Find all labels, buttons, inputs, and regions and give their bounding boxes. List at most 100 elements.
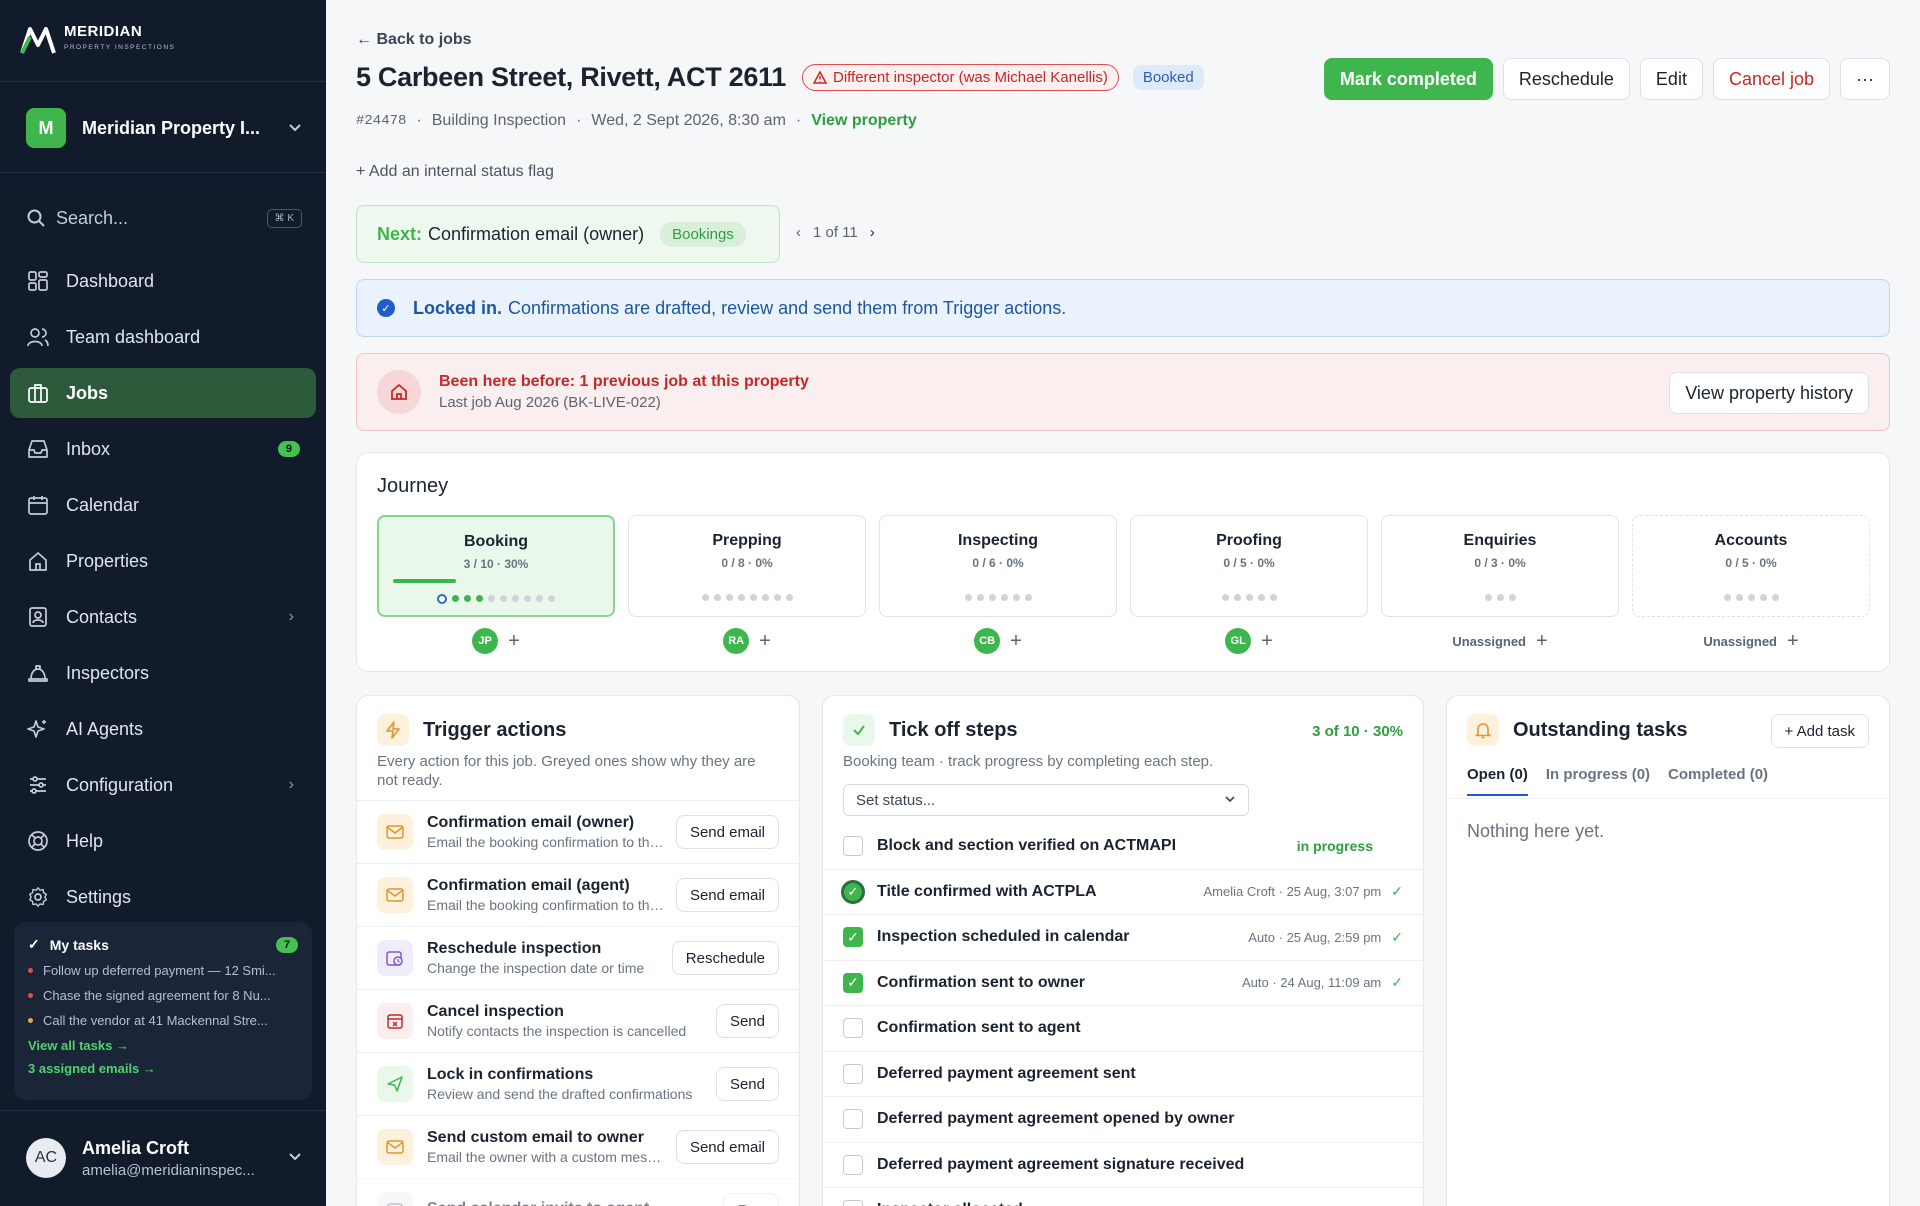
stage-card[interactable]: Proofing 0 / 5 · 0% xyxy=(1130,515,1368,617)
tab-open[interactable]: Open (0) xyxy=(1467,766,1528,796)
add-owner-icon[interactable]: + xyxy=(1787,630,1799,653)
user-menu[interactable]: AC Amelia Croft amelia@meridianinspec... xyxy=(26,1136,302,1180)
checklist-step[interactable]: Deferred payment agreement sent xyxy=(823,1052,1423,1097)
checkbox[interactable] xyxy=(843,1018,863,1039)
sidebar-search[interactable]: Search... ⌘ K xyxy=(26,204,302,232)
view-all-tasks-link[interactable]: View all tasks → xyxy=(28,1038,298,1053)
my-task-text: Call the vendor at 41 Mackennal Stre... xyxy=(43,1013,268,1028)
add-owner-icon[interactable]: + xyxy=(1010,630,1022,653)
chevron-right-icon[interactable]: › xyxy=(870,224,875,241)
checkbox-checked[interactable]: ✓ xyxy=(843,927,863,948)
add-status-flag-link[interactable]: + Add an internal status flag xyxy=(356,163,554,181)
checklist-step[interactable]: ✓ Confirmation sent to owner Auto · 24 Aug… xyxy=(823,961,1423,1006)
checklist-step[interactable]: Inspector allocated xyxy=(823,1188,1423,1206)
my-task-item[interactable]: Chase the signed agreement for 8 Nu... xyxy=(28,988,298,1003)
sidebar-item-dashboard[interactable]: Dashboard xyxy=(10,256,316,306)
brand-logo[interactable]: MERIDIAN PROPERTY INSPECTIONS xyxy=(20,24,175,56)
stage-card[interactable]: Booking 3 / 10 · 30% xyxy=(377,515,615,617)
trigger-action-button[interactable]: Send xyxy=(715,1067,779,1101)
avatar[interactable]: CB xyxy=(974,628,1001,654)
trigger-action-button[interactable]: Send email xyxy=(675,1130,779,1164)
edit-button[interactable]: Edit xyxy=(1639,58,1703,100)
sidebar-item-contacts[interactable]: Contacts › xyxy=(10,592,316,642)
trigger-action-title: Confirmation email (owner) xyxy=(427,814,635,831)
checkbox-checked-focused[interactable]: ✓ xyxy=(841,879,865,904)
sidebar-item-settings[interactable]: Settings xyxy=(10,872,316,922)
sidebar-item-jobs[interactable]: Jobs xyxy=(10,368,316,418)
trigger-action-row: Cancel inspection Notify contacts the in… xyxy=(357,989,799,1052)
sidebar-item-label: Settings xyxy=(66,886,132,907)
view-property-history-button[interactable]: View property history xyxy=(1669,372,1869,414)
trigger-action-desc: Change the inspection date or time xyxy=(427,960,645,976)
mark-completed-button[interactable]: Mark completed xyxy=(1323,58,1493,100)
add-task-button[interactable]: + Add task xyxy=(1770,714,1869,748)
add-owner-icon[interactable]: + xyxy=(508,630,520,653)
trigger-action-button[interactable]: Send xyxy=(715,1004,779,1038)
trigger-actions-title: Trigger actions xyxy=(423,718,567,741)
tab-completed[interactable]: Completed (0) xyxy=(1668,766,1768,796)
trigger-action-button[interactable]: Run xyxy=(723,1193,779,1206)
journey-stage-inspecting[interactable]: Inspecting 0 / 6 · 0% CB + xyxy=(879,515,1117,654)
checkbox[interactable] xyxy=(843,836,863,857)
journey-stage-prepping[interactable]: Prepping 0 / 8 · 0% RA + xyxy=(628,515,866,654)
sidebar-item-ai-agents[interactable]: AI Agents xyxy=(10,704,316,754)
checkbox[interactable] xyxy=(843,1109,863,1130)
my-task-item[interactable]: Call the vendor at 41 Mackennal Stre... xyxy=(28,1013,298,1028)
journey-stage-accounts[interactable]: Accounts 0 / 5 · 0% Unassigned + xyxy=(1632,515,1870,653)
checkbox[interactable] xyxy=(843,1063,863,1084)
sidebar-item-properties[interactable]: Properties xyxy=(10,536,316,586)
stage-card[interactable]: Inspecting 0 / 6 · 0% xyxy=(879,515,1117,617)
checkbox[interactable] xyxy=(843,1154,863,1175)
checklist-step[interactable]: Block and section verified on ACTMAPI in … xyxy=(823,824,1423,870)
more-options-button[interactable]: ··· xyxy=(1840,58,1890,100)
journey-stage-booking[interactable]: Booking 3 / 10 · 30% JP + xyxy=(377,515,615,654)
my-task-item[interactable]: Follow up deferred payment — 12 Smi... xyxy=(28,963,298,978)
checklist-step[interactable]: Deferred payment agreement signature rec… xyxy=(823,1143,1423,1188)
inspector-warning-badge[interactable]: Different inspector (was Michael Kanelli… xyxy=(801,64,1119,91)
step-dot xyxy=(464,595,471,602)
stage-card[interactable]: Prepping 0 / 8 · 0% xyxy=(628,515,866,617)
sidebar-item-inbox[interactable]: Inbox 9 xyxy=(10,424,316,474)
sidebar-item-calendar[interactable]: Calendar xyxy=(10,480,316,530)
trigger-action-button[interactable]: Send email xyxy=(675,815,779,849)
avatar[interactable]: GL xyxy=(1225,628,1252,654)
sidebar-item-inspectors[interactable]: Inspectors xyxy=(10,648,316,698)
journey-title: Journey xyxy=(377,475,449,497)
trigger-action-button[interactable]: Reschedule xyxy=(671,941,779,975)
journey-stage-proofing[interactable]: Proofing 0 / 5 · 0% GL + xyxy=(1130,515,1368,654)
journey-stage-enquiries[interactable]: Enquiries 0 / 3 · 0% Unassigned + xyxy=(1381,515,1619,653)
checklist-step[interactable]: Confirmation sent to agent xyxy=(823,1006,1423,1052)
reschedule-button[interactable]: Reschedule xyxy=(1502,58,1630,100)
cancel-job-button[interactable]: Cancel job xyxy=(1712,58,1831,100)
trigger-action-button[interactable]: Send email xyxy=(675,878,779,912)
add-owner-icon[interactable]: + xyxy=(1536,630,1548,653)
stage-card[interactable]: Enquiries 0 / 3 · 0% xyxy=(1381,515,1619,617)
checkbox-checked[interactable]: ✓ xyxy=(843,972,863,993)
add-owner-icon[interactable]: + xyxy=(1261,630,1273,653)
checkbox[interactable] xyxy=(843,1200,863,1206)
tab-in-progress[interactable]: In progress (0) xyxy=(1546,766,1650,796)
avatar[interactable]: JP xyxy=(472,628,499,654)
job-type: Building Inspection xyxy=(431,112,567,129)
step-dot xyxy=(773,594,781,601)
add-owner-icon[interactable]: + xyxy=(759,630,771,653)
mail-icon xyxy=(377,814,413,850)
sidebar-item-team-dashboard[interactable]: Team dashboard xyxy=(10,312,316,362)
status-select[interactable]: Set status... xyxy=(843,784,1249,816)
assigned-emails-link[interactable]: 3 assigned emails → xyxy=(28,1061,298,1076)
my-tasks-header[interactable]: ✓ My tasks 7 xyxy=(28,936,298,953)
trigger-action-desc: Email the booking confirmation to the ag… xyxy=(427,897,666,913)
sidebar-item-help[interactable]: Help xyxy=(10,816,316,866)
next-step-box[interactable]: Next: Confirmation email (owner) Booking… xyxy=(356,205,780,263)
checklist-step[interactable]: Deferred payment agreement opened by own… xyxy=(823,1097,1423,1143)
org-switcher[interactable]: M Meridian Property I... xyxy=(26,108,302,148)
sidebar-item-configuration[interactable]: Configuration › xyxy=(10,760,316,810)
view-property-link[interactable]: View property xyxy=(811,112,917,130)
stage-progress: 0 / 8 · 0% xyxy=(721,556,773,570)
checklist-step[interactable]: ✓ Inspection scheduled in calendar Auto · … xyxy=(823,915,1423,961)
checklist-step[interactable]: ✓ Title confirmed with ACTPLA Amelia Croft… xyxy=(823,870,1423,915)
stage-card[interactable]: Accounts 0 / 5 · 0% xyxy=(1632,515,1870,617)
chevron-left-icon[interactable]: ‹ xyxy=(796,224,801,241)
avatar[interactable]: RA xyxy=(723,628,750,654)
back-to-jobs-link[interactable]: ← Back to jobs xyxy=(356,31,472,49)
